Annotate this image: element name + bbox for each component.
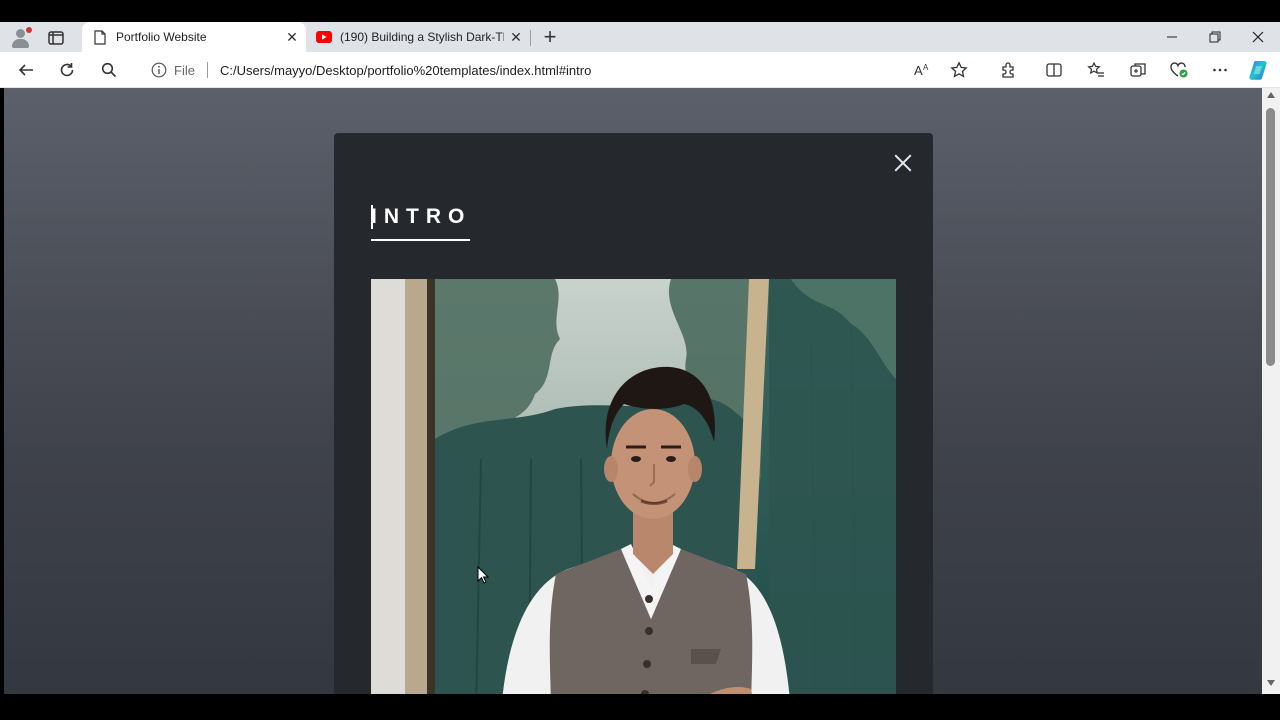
url-text[interactable]: C:/Users/mayyo/Desktop/portfolio%20templ… [220,63,591,78]
tab-actions-icon[interactable] [46,28,66,48]
refresh-icon[interactable] [53,56,81,84]
profile-avatar-icon[interactable] [10,27,32,49]
tab-close-icon[interactable]: ✕ [280,25,304,49]
read-aloud-icon[interactable]: AA [908,56,936,84]
intro-article-modal: INTRO [334,133,933,694]
close-icon[interactable] [891,151,915,175]
minimize-icon[interactable] [1150,22,1194,52]
favorites-icon[interactable] [1082,56,1110,84]
page-viewport: INTRO [4,88,1262,694]
screen-top-border [0,0,1280,22]
scheme-label: File [174,62,195,78]
copilot-icon[interactable] [1245,56,1273,84]
svg-text:A: A [914,63,923,78]
scroll-thumb[interactable] [1266,108,1275,366]
browser-essentials-icon[interactable] [1165,56,1193,84]
tab-separator [530,30,531,46]
back-icon[interactable] [12,56,40,84]
window-close-icon[interactable] [1236,22,1280,52]
portrait-photo [371,279,896,694]
tab-portfolio-website[interactable]: Portfolio Website ✕ [82,22,306,52]
tab-title: (190) Building a Stylish Dark-The [340,30,504,44]
split-screen-icon[interactable] [1040,56,1068,84]
tab-strip: Portfolio Website ✕ (190) Building a Sty… [0,22,1280,52]
favorite-star-icon[interactable] [945,56,973,84]
svg-text:A: A [923,63,929,72]
mouse-cursor-icon [477,566,489,584]
scroll-up-icon[interactable] [1267,92,1275,98]
address-separator [206,62,208,78]
search-icon[interactable] [95,56,123,84]
title-underline [371,239,470,241]
extensions-icon[interactable] [995,56,1023,84]
youtube-icon [316,29,332,45]
tab-title: Portfolio Website [116,30,207,44]
page-scrollbar[interactable] [1262,88,1280,694]
restore-icon[interactable] [1193,22,1237,52]
tab-close-icon[interactable]: ✕ [504,25,528,49]
collections-icon[interactable] [1124,56,1152,84]
scroll-down-icon[interactable] [1267,680,1275,686]
address-bar[interactable]: File C:/Users/mayyo/Desktop/portfolio%20… [136,55,984,85]
browser-toolbar: File C:/Users/mayyo/Desktop/portfolio%20… [0,52,1280,88]
more-icon[interactable] [1206,56,1234,84]
new-tab-icon[interactable]: + [538,24,562,49]
section-title: INTRO [371,205,472,228]
info-icon[interactable] [150,61,168,79]
tab-youtube[interactable]: (190) Building a Stylish Dark-The ✕ [306,22,530,52]
text-caret [371,205,373,229]
page-icon [92,29,108,45]
screen-bottom-border [0,697,1280,720]
